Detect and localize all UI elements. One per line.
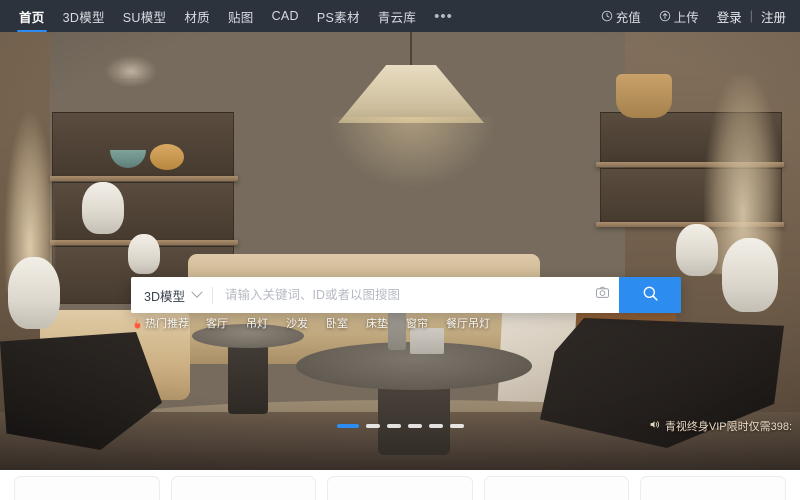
category-card[interactable] (327, 476, 473, 500)
hot-keywords-label: 热门推荐 (133, 315, 189, 331)
search-bar: 3D模型 (131, 277, 681, 313)
nav-label: SU模型 (122, 10, 167, 25)
nav-item-materials[interactable]: 材质 (175, 0, 219, 32)
nav-item-3d-models[interactable]: 3D模型 (54, 0, 114, 32)
category-card[interactable] (640, 476, 786, 500)
auth-links: 登录 | 注册 (708, 7, 790, 26)
nav-label: CAD (271, 9, 299, 23)
category-card[interactable] (14, 476, 160, 500)
nav-more-icon[interactable]: ••• (425, 0, 462, 32)
nav-label: 贴图 (227, 10, 254, 25)
upload-button[interactable]: 上传 (650, 7, 708, 26)
nav-item-textures[interactable]: 贴图 (219, 0, 263, 32)
upload-icon (659, 10, 671, 22)
search-box: 3D模型 (131, 277, 619, 313)
hero-banner-carousel[interactable]: 3D模型 请输入关键词、ID或者以图搜图 热门推荐 客厅 吊灯 沙发 卧室 床垫… (0, 32, 800, 470)
carousel-dot[interactable] (365, 424, 380, 428)
nav-item-home[interactable]: 首页 (10, 0, 54, 32)
vip-promo-notice[interactable]: 青视终身VIP限时仅需398: (649, 418, 792, 434)
category-card-row (0, 470, 800, 500)
search-input[interactable] (212, 277, 585, 313)
camera-icon (595, 285, 610, 305)
hot-keyword-item[interactable]: 卧室 (317, 315, 357, 331)
page-root: 首页 3D模型 SU模型 材质 贴图 CAD PS素材 青云库 ••• 充值 上… (0, 0, 800, 500)
fire-icon (133, 317, 142, 329)
nav-label: 青云库 (377, 10, 417, 25)
hot-keyword-item[interactable]: 床垫 (357, 315, 397, 331)
hot-keyword-item[interactable]: 吊灯 (237, 315, 277, 331)
nav-label: 首页 (19, 10, 45, 25)
recharge-button[interactable]: 充值 (592, 7, 650, 26)
top-header: 首页 3D模型 SU模型 材质 贴图 CAD PS素材 青云库 ••• 充值 上… (0, 0, 800, 32)
carousel-dot[interactable] (336, 424, 359, 428)
login-link[interactable]: 登录 (713, 7, 746, 26)
carousel-dot[interactable] (386, 424, 401, 428)
search-category-label: 3D模型 (144, 289, 185, 304)
nav-more-label: ••• (434, 7, 453, 25)
nav-item-ps-assets[interactable]: PS素材 (308, 0, 369, 32)
register-link[interactable]: 注册 (757, 7, 790, 26)
carousel-dot[interactable] (449, 424, 464, 428)
carousel-dot[interactable] (428, 424, 443, 428)
image-search-button[interactable] (585, 277, 619, 313)
hot-keyword-item[interactable]: 窗帘 (397, 315, 437, 331)
hot-keywords-label-text: 热门推荐 (145, 318, 189, 330)
nav-item-qingyun-library[interactable]: 青云库 (369, 0, 425, 32)
vip-promo-text: 青视终身VIP限时仅需398: (664, 421, 792, 433)
search-icon (642, 285, 659, 305)
speaker-icon (649, 419, 660, 433)
upload-label: 上传 (673, 10, 699, 25)
hot-keyword-item[interactable]: 沙发 (277, 315, 317, 331)
nav-item-su-models[interactable]: SU模型 (114, 0, 176, 32)
header-actions: 充值 上传 登录 | 注册 (592, 0, 790, 32)
main-navigation: 首页 3D模型 SU模型 材质 贴图 CAD PS素材 青云库 ••• (10, 0, 462, 32)
search-submit-button[interactable] (619, 277, 681, 313)
hot-keywords: 热门推荐 客厅 吊灯 沙发 卧室 床垫 窗帘 餐厅吊灯 (133, 315, 499, 331)
nav-item-cad[interactable]: CAD (263, 0, 308, 32)
recharge-label: 充值 (615, 10, 641, 25)
carousel-dot[interactable] (407, 424, 422, 428)
category-card[interactable] (483, 476, 630, 500)
chevron-down-icon (191, 286, 203, 298)
hero-interior-photo (0, 32, 800, 470)
auth-separator: | (749, 9, 753, 23)
category-card[interactable] (170, 476, 317, 500)
hot-keyword-item[interactable]: 客厅 (197, 315, 237, 331)
hot-keyword-item[interactable]: 餐厅吊灯 (437, 315, 499, 331)
nav-label: 3D模型 (62, 10, 105, 25)
nav-label: PS素材 (316, 10, 360, 25)
coin-icon (601, 10, 613, 22)
nav-label: 材质 (184, 10, 210, 25)
search-category-select[interactable]: 3D模型 (131, 277, 212, 313)
